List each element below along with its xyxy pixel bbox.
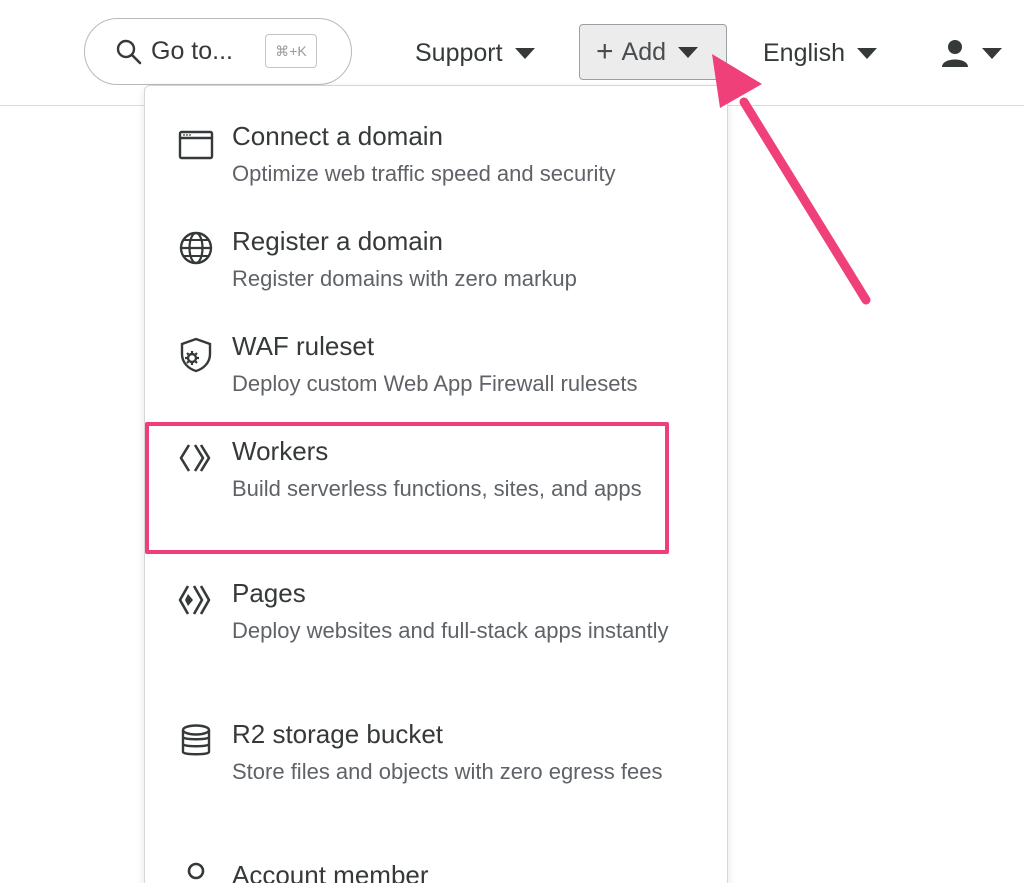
- menu-item-title: Connect a domain: [232, 121, 444, 151]
- add-label: Add: [621, 37, 667, 66]
- menu-item-title: Register a domain: [232, 226, 443, 256]
- browser-window-icon: [178, 130, 214, 160]
- goto-search-button[interactable]: Go to... ⌘+K: [84, 18, 352, 85]
- menu-item-pages[interactable]: Pages Deploy websites and full-stack app…: [145, 577, 729, 649]
- menu-item-description: Register domains with zero markup: [232, 266, 577, 291]
- menu-item-description: Store files and objects with zero egress…: [232, 759, 663, 784]
- user-icon: [942, 40, 968, 67]
- user-menu-button[interactable]: [940, 26, 1002, 80]
- menu-item-description: Deploy custom Web App Firewall rulesets: [232, 371, 638, 396]
- add-menu-button[interactable]: + Add: [579, 24, 727, 80]
- menu-item-account-member[interactable]: Account member: [145, 859, 729, 883]
- globe-icon: [179, 231, 213, 265]
- shield-gear-icon: [180, 337, 212, 373]
- caret-down-icon: [982, 47, 1002, 59]
- menu-item-title: Account member: [232, 860, 429, 883]
- plus-icon: +: [596, 35, 614, 68]
- menu-item-register-domain[interactable]: Register a domain Register domains with …: [145, 225, 729, 297]
- search-icon: [116, 39, 142, 64]
- caret-down-icon: [514, 47, 535, 59]
- menu-item-title: Pages: [232, 578, 306, 608]
- caret-down-icon: [678, 46, 699, 58]
- support-label: Support: [415, 38, 503, 67]
- menu-item-title: Workers: [232, 436, 329, 466]
- menu-item-description: Deploy websites and full-stack apps inst…: [232, 618, 669, 643]
- menu-item-title: R2 storage bucket: [232, 719, 444, 749]
- pages-icon: [178, 585, 211, 615]
- user-outline-icon: [187, 862, 205, 880]
- database-icon: [181, 724, 211, 756]
- page: Go to... ⌘+K Support + Add English Conne…: [0, 0, 1024, 883]
- caret-down-icon: [857, 47, 877, 59]
- menu-item-description: Optimize web traffic speed and security: [232, 161, 616, 186]
- workers-icon: [179, 444, 211, 472]
- menu-item-connect-domain[interactable]: Connect a domain Optimize web traffic sp…: [145, 120, 729, 192]
- keyboard-shortcut-badge: ⌘+K: [265, 34, 317, 68]
- language-menu-button[interactable]: English: [763, 26, 877, 80]
- menu-item-workers[interactable]: Workers Build serverless functions, site…: [145, 435, 729, 507]
- menu-item-title: WAF ruleset: [232, 331, 375, 361]
- goto-label: Go to...: [151, 37, 233, 65]
- language-label: English: [763, 38, 845, 67]
- menu-item-waf-ruleset[interactable]: WAF ruleset Deploy custom Web App Firewa…: [145, 330, 729, 402]
- support-menu-button[interactable]: Support: [415, 26, 535, 80]
- menu-item-description: Build serverless functions, sites, and a…: [232, 476, 642, 501]
- add-dropdown-menu: Connect a domain Optimize web traffic sp…: [144, 85, 728, 883]
- menu-item-r2-storage-bucket[interactable]: R2 storage bucket Store files and object…: [145, 718, 729, 790]
